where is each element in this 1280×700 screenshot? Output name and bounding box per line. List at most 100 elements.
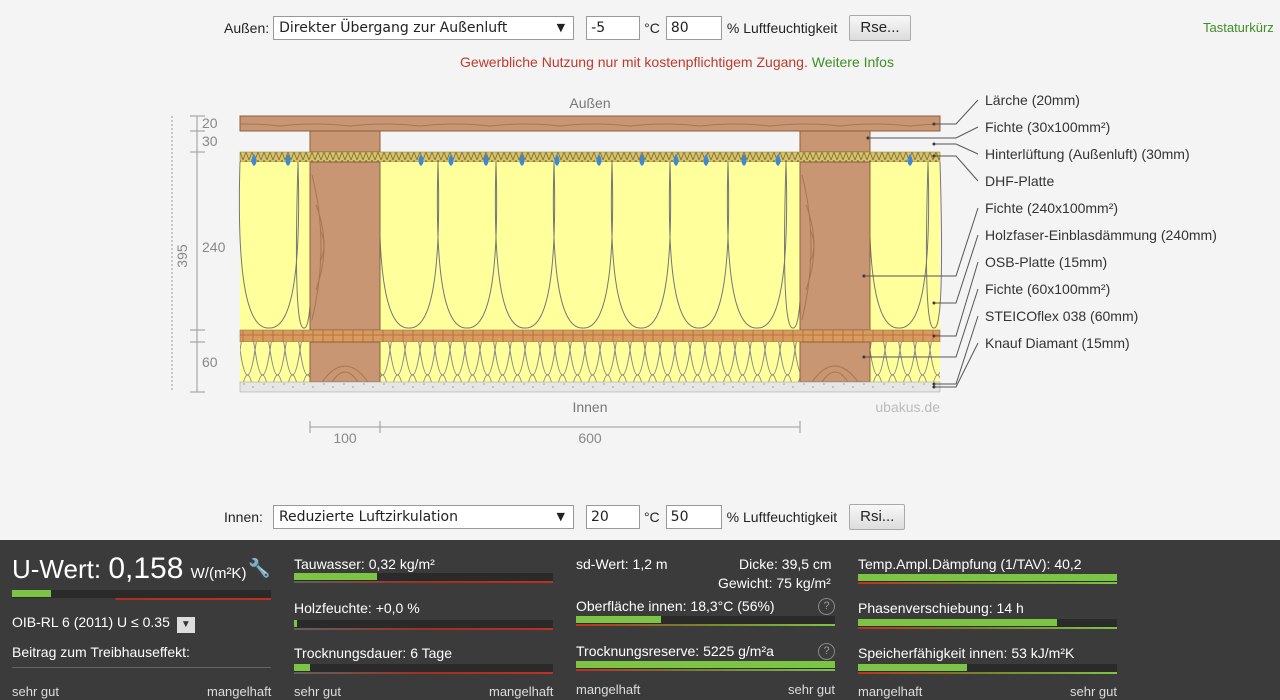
- u-value-display: U-Wert: 0,158 W/(m²K): [12, 552, 246, 586]
- rse-button[interactable]: Rse...: [849, 15, 911, 41]
- batten-right: [799, 130, 871, 153]
- legend-item-4[interactable]: Fichte (240x100mm²): [985, 200, 1118, 216]
- col2-scale-left: sehr gut: [294, 684, 341, 699]
- col4-scale-left: mangelhaft: [858, 684, 923, 699]
- dim-total: 395: [174, 244, 190, 268]
- chevron-down-icon: ▼: [556, 510, 565, 523]
- inside-humidity-unit: % Luftfeuchtigkeit: [726, 509, 838, 525]
- drawing-bottom-label: Innen: [572, 399, 607, 415]
- legend-leader-line: [934, 143, 979, 155]
- wrench-icon[interactable]: 🔧: [248, 558, 270, 579]
- outside-condition-select[interactable]: Direkter Übergang zur Außenluft ▼: [273, 16, 575, 40]
- construction-drawing: Außen Innen ubakus.de 20 30 240 60 395 1…: [171, 92, 1217, 446]
- outside-label: Außen:: [224, 20, 270, 36]
- dhf-board: [239, 151, 941, 163]
- dim-spacing-100: 100: [333, 430, 357, 446]
- dropdown-icon[interactable]: ▼: [176, 617, 195, 633]
- wood-moisture-scale: [294, 628, 553, 630]
- col4-scale-right: sehr gut: [1070, 684, 1117, 699]
- legend-item-9[interactable]: Knauf Diamant (15mm): [985, 335, 1130, 351]
- drying-time-bar: [294, 664, 553, 674]
- wood-moisture-bar-fill: [294, 620, 297, 627]
- col2-scale-right: mangelhaft: [489, 684, 554, 699]
- legend-item-8[interactable]: STEICOflex 038 (60mm): [985, 308, 1138, 324]
- batten-lower-left: [309, 341, 381, 383]
- inside-label: Innen:: [224, 509, 263, 525]
- wood-moisture-bar: [294, 620, 553, 630]
- u-value-bar: [12, 590, 271, 600]
- more-info-link[interactable]: Weitere Infos: [812, 54, 894, 70]
- temp-damping-scale: [858, 582, 1117, 584]
- dim-30: 30: [202, 133, 218, 149]
- sd-value: sd-Wert: 1,2 m: [576, 556, 668, 572]
- heat-capacity-scale: [858, 672, 1117, 674]
- drying-reserve-scale: [576, 669, 835, 671]
- heat-capacity-bar: [858, 664, 1117, 674]
- condensate-bar-fill: [294, 573, 377, 580]
- inside-condition-select[interactable]: Reduzierte Luftzirkulation ▼: [272, 505, 574, 529]
- batten-left: [309, 130, 381, 153]
- drying-reserve-bar-fill: [576, 661, 835, 668]
- condensate-bar: [294, 573, 553, 583]
- outside-humidity-input[interactable]: 80: [665, 16, 722, 40]
- temp-damping-bar-fill: [858, 574, 1117, 581]
- dim-240: 240: [202, 239, 226, 255]
- heat-capacity-bar-fill: [858, 664, 967, 671]
- greenhouse-label: Beitrag zum Treibhauseffekt:: [12, 644, 190, 660]
- keyboard-shortcuts-link[interactable]: Tastaturkürz: [1203, 20, 1274, 35]
- inside-temperature-input[interactable]: 20: [585, 505, 640, 529]
- legend-leader-line: [934, 99, 979, 125]
- drying-reserve-help-icon[interactable]: ?: [818, 641, 835, 660]
- outside-temp-unit: °C: [644, 20, 660, 36]
- thickness-value: Dicke: 39,5 cm: [739, 556, 832, 572]
- surface-scale: [576, 624, 835, 626]
- help-icon[interactable]: ?: [818, 643, 835, 660]
- inside-temp-unit: °C: [643, 509, 660, 525]
- weight-value: Gewicht: 75 kg/m²: [718, 575, 831, 591]
- outside-controls: Außen: Direkter Übergang zur Außenluft ▼…: [224, 14, 911, 42]
- wood-moisture-label: Holzfeuchte: +0,0 %: [294, 600, 420, 616]
- surface-help-icon[interactable]: ?: [818, 596, 835, 615]
- legend-item-5[interactable]: Holzfaser-Einblasdämmung (240mm): [985, 227, 1217, 243]
- legend-item-3[interactable]: DHF-Platte: [985, 173, 1054, 189]
- surface-inside-label: Oberfläche innen: 18,3°C (56%): [576, 598, 775, 614]
- condensate-label: Tauwasser: 0,32 kg/m²: [294, 556, 435, 572]
- results-panel: U-Wert: 0,158 W/(m²K) 🔧 OIB-RL 6 (2011) …: [0, 540, 1280, 700]
- dim-spacing-600: 600: [578, 430, 602, 446]
- outside-temperature-input[interactable]: -5: [586, 16, 641, 40]
- inside-condition-value: Reduzierte Luftzirkulation: [278, 509, 458, 525]
- drying-time-bar-fill: [294, 664, 310, 671]
- bottom-dimension-lines: [309, 421, 801, 433]
- help-icon[interactable]: ?: [818, 598, 835, 615]
- larch-board: [239, 115, 941, 132]
- requirement-selector[interactable]: OIB-RL 6 (2011) U ≤ 0.35 ▼: [12, 614, 195, 633]
- phase-shift-bar: [858, 619, 1117, 629]
- col3-scale-left: mangelhaft: [576, 682, 641, 697]
- watermark: ubakus.de: [875, 399, 940, 415]
- legend-item-7[interactable]: Fichte (60x100mm²): [985, 281, 1110, 297]
- outside-humidity-unit: % Luftfeuchtigkeit: [726, 20, 838, 36]
- drying-time-label: Trocknungsdauer: 6 Tage: [294, 645, 452, 661]
- legend-item-1[interactable]: Fichte (30x100mm²): [985, 119, 1110, 135]
- inside-humidity-input[interactable]: 50: [665, 505, 722, 529]
- chevron-down-icon: ▼: [556, 21, 566, 34]
- commercial-use-notice: Gewerbliche Nutzung nur mit kostenpflich…: [0, 54, 1280, 70]
- col1-scale-right: mangelhaft: [207, 684, 272, 699]
- gypsum-board: [239, 381, 941, 393]
- heat-capacity-label: Speicherfähigkeit innen: 53 kJ/m²K: [858, 645, 1075, 661]
- rsi-button[interactable]: Rsi...: [849, 504, 906, 530]
- legend-leader-line: [934, 342, 979, 388]
- app-root: Außen: Direkter Übergang zur Außenluft ▼…: [0, 0, 1280, 700]
- legend-item-2[interactable]: Hinterlüftung (Außenluft) (30mm): [985, 146, 1190, 162]
- phase-shift-bar-fill: [858, 619, 1058, 626]
- batten-lower-right: [799, 341, 871, 383]
- legend-item-6[interactable]: OSB-Platte (15mm): [985, 254, 1107, 270]
- col3-scale-right: sehr gut: [788, 682, 835, 697]
- notice-text: Gewerbliche Nutzung nur mit kostenpflich…: [460, 54, 808, 70]
- requirement-text: OIB-RL 6 (2011) U ≤ 0.35: [12, 614, 170, 630]
- phase-shift-scale: [858, 627, 1117, 629]
- legend-item-0[interactable]: Lärche (20mm): [985, 92, 1080, 108]
- u-value-label: U-Wert:: [12, 554, 102, 584]
- u-value-unit: W/(m²K): [190, 565, 247, 582]
- drying-reserve-label: Trocknungsreserve: 5225 g/m²a: [576, 643, 774, 659]
